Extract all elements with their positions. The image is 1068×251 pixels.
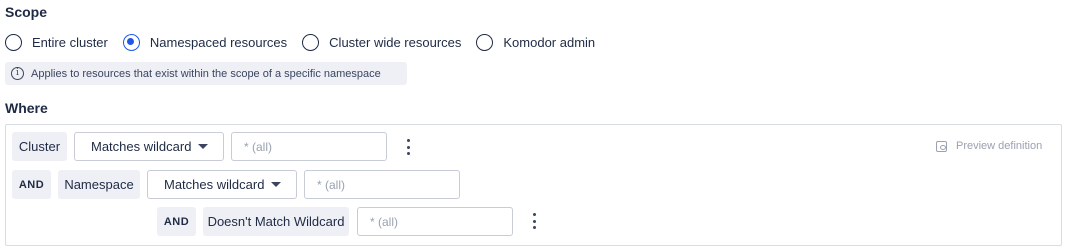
radio-namespaced-resources-indicator[interactable] — [122, 33, 140, 51]
cluster-operator-value: Matches wildcard — [91, 139, 192, 154]
and-chip: AND — [12, 170, 51, 199]
namespace-row-more-icon[interactable] — [529, 213, 539, 229]
preview-definition-label: Preview definition — [956, 140, 1043, 152]
namespace-value-input[interactable]: * (all) — [304, 170, 460, 199]
cluster-operator-select[interactable]: Matches wildcard — [74, 132, 224, 161]
radio-entire-cluster-indicator[interactable] — [5, 33, 22, 51]
chevron-down-icon — [271, 182, 282, 187]
radio-entire-cluster-label: Entire cluster — [32, 34, 108, 50]
namespace-exclude-value-input[interactable]: * (all) — [357, 207, 513, 236]
and-chip: AND — [157, 207, 196, 236]
cluster-field-chip: Cluster — [12, 132, 67, 161]
scope-title: Scope — [5, 4, 48, 20]
radio-namespaced-resources-label: Namespaced resources — [149, 34, 288, 50]
namespace-operator-chip: Doesn't Match Wildcard — [203, 207, 349, 236]
radio-cluster-wide-resources[interactable]: Cluster wide resources — [302, 33, 462, 51]
namespace-operator-select[interactable]: Matches wildcard — [147, 170, 297, 199]
chevron-down-icon — [198, 144, 209, 149]
scope-info-text: Applies to resources that exist within t… — [31, 67, 381, 80]
info-icon: i — [11, 67, 24, 80]
preview-definition-button[interactable]: Preview definition — [936, 140, 1042, 152]
scope-radio-group: Entire cluster Namespaced resources Clus… — [5, 32, 610, 52]
radio-komodor-admin-label: Komodor admin — [503, 34, 596, 50]
namespace-field-chip: Namespace — [58, 170, 140, 199]
radio-komodor-admin[interactable]: Komodor admin — [476, 33, 596, 51]
radio-cluster-wide-resources-label: Cluster wide resources — [329, 34, 462, 50]
radio-komodor-admin-indicator[interactable] — [476, 33, 494, 51]
radio-cluster-wide-resources-indicator[interactable] — [302, 33, 320, 51]
radio-entire-cluster[interactable]: Entire cluster — [5, 33, 108, 51]
namespace-operator-value: Matches wildcard — [164, 177, 265, 192]
scope-info-box: i Applies to resources that exist within… — [5, 62, 407, 85]
cluster-value-input[interactable]: * (all) — [231, 132, 387, 161]
cluster-row-more-icon[interactable] — [403, 139, 413, 155]
where-title: Where — [5, 100, 48, 116]
radio-namespaced-resources[interactable]: Namespaced resources — [122, 33, 288, 51]
preview-icon — [936, 140, 947, 152]
